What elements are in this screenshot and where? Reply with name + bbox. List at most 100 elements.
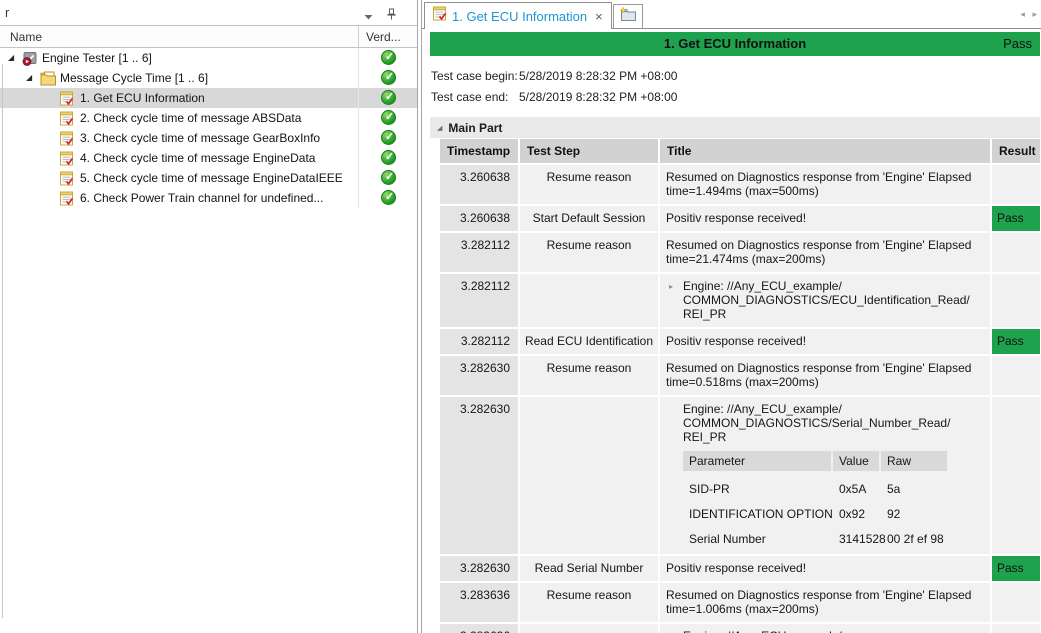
cell-title: Engine: //Any_ECU_example/COMMON_DIAGNOS… <box>660 624 990 633</box>
cell-timestamp: 3.260638 <box>440 165 518 204</box>
cell-timestamp: 3.282630 <box>440 397 518 554</box>
test-step-row-4: 3.282112 ▸ Engine: //Any_ECU_example/COMMO… <box>440 274 1040 327</box>
verdict-pass-icon <box>381 150 396 165</box>
parameter-row: IDENTIFICATION OPTION 0x92 92 <box>689 507 901 521</box>
cell-title: Resumed on Diagnostics response from 'En… <box>660 165 990 204</box>
tree-item-4[interactable]: 2. Check cycle time of message ABSData <box>0 108 417 128</box>
test-tree: ◢Engine Tester [1 .. 6]◢Message Cycle Ti… <box>0 48 417 208</box>
header-result: Result <box>992 139 1040 163</box>
test-step-row-9: 3.283636 Resume reason Resumed on Diagnost… <box>440 583 1040 622</box>
cell-test-step: Start Default Session <box>520 206 658 231</box>
tree-item-label: Engine Tester [1 .. 6] <box>42 51 152 65</box>
cell-title: Resumed on Diagnostics response from 'En… <box>660 233 990 272</box>
tree-item-8[interactable]: 6. Check Power Train channel for undefin… <box>0 188 417 208</box>
tab-bar: 1. Get ECU Information × ◂ ▸ <box>422 0 1041 29</box>
cell-timestamp: 3.282112 <box>440 274 518 327</box>
column-header-verdict[interactable]: Verd... <box>366 30 401 44</box>
tree-expand-icon[interactable]: ◢ <box>26 68 40 88</box>
diag-path: ▸ Engine: //Any_ECU_example/COMMON_DIAGNO… <box>669 279 970 321</box>
end-label: Test case end: <box>431 90 509 104</box>
cell-timestamp: 3.282112 <box>440 233 518 272</box>
test-report: 1. Get ECU Information Pass Test case be… <box>422 32 1041 633</box>
cell-timestamp: 3.260638 <box>440 206 518 231</box>
test-step-row-3: 3.282112 Resume reason Resumed on Diagnost… <box>440 233 1040 272</box>
tree-item-label: 1. Get ECU Information <box>80 91 205 105</box>
test-steps-table: Timestamp Test Step Title Result 3.26063… <box>440 139 1040 633</box>
tab-scroll-right-icon[interactable]: ▸ <box>1032 9 1037 19</box>
cell-test-step: Resume reason <box>520 583 658 622</box>
tree-item-1[interactable]: ◢ Engine Tester [1 .. 6] <box>0 48 417 68</box>
report-title: 1. Get ECU Information <box>663 36 807 51</box>
testcase-icon <box>60 191 79 206</box>
cell-test-step: Read Serial Number <box>520 556 658 581</box>
parameter-row: Serial Number 3141528 00 2f ef 98 <box>689 532 944 546</box>
verdict-pass-icon <box>381 190 396 205</box>
test-step-row-2: 3.260638 Start Default Session Positiv res… <box>440 206 1040 231</box>
tree-item-5[interactable]: 3. Check cycle time of message GearBoxIn… <box>0 128 417 148</box>
cell-result <box>992 165 1040 204</box>
tree-item-label: 4. Check cycle time of message EngineDat… <box>80 151 316 165</box>
verdict-pass-icon <box>381 130 396 145</box>
testcase-icon <box>60 151 79 166</box>
testcase-icon <box>60 171 79 186</box>
tree-item-3[interactable]: 1. Get ECU Information <box>0 88 417 108</box>
cell-title: Positiv response received! <box>660 329 990 354</box>
test-tree-panel: r Name Verd... ◢Engine Tester [1 .. 6]◢M… <box>0 0 418 633</box>
tree-item-label: 3. Check cycle time of message GearBoxIn… <box>80 131 321 145</box>
report-panel: 1. Get ECU Information × ◂ ▸ 1. Get ECU … <box>421 0 1041 633</box>
tree-item-6[interactable]: 4. Check cycle time of message EngineDat… <box>0 148 417 168</box>
verdict-pass-icon <box>381 170 396 185</box>
new-folder-icon <box>619 6 637 27</box>
expand-row-icon[interactable]: ▸ <box>669 280 673 294</box>
report-verdict: Pass <box>1003 36 1032 51</box>
collapse-triangle-icon: ◢ <box>437 124 443 132</box>
cell-timestamp: 3.282630 <box>440 356 518 395</box>
tab-close-icon[interactable]: × <box>595 9 603 24</box>
tree-item-label: 5. Check cycle time of message EngineDat… <box>80 171 343 185</box>
panel-titlebar: r <box>0 0 417 26</box>
end-value: 5/28/2019 8:28:32 PM +08:00 <box>519 90 678 104</box>
testcase-icon <box>60 111 79 126</box>
testcase-icon <box>60 91 79 106</box>
cell-test-step <box>520 274 658 327</box>
parameter-row: SID-PR 0x5A 5a <box>689 482 901 496</box>
pass-badge: Pass <box>992 556 1040 581</box>
tree-expand-icon[interactable]: ◢ <box>8 48 22 68</box>
cell-test-step: Resume reason <box>520 165 658 204</box>
cell-timestamp: 3.282630 <box>440 556 518 581</box>
cell-test-step: Resume reason <box>520 356 658 395</box>
test-step-row-1: 3.260638 Resume reason Resumed on Diagnost… <box>440 165 1040 204</box>
test-step-row-5: 3.282112 Read ECU Identification Positiv r… <box>440 329 1040 354</box>
main-part-section-header[interactable]: ◢ Main Part <box>430 117 1040 138</box>
tree-item-label: 6. Check Power Train channel for undefin… <box>80 191 324 205</box>
cell-result <box>992 233 1040 272</box>
tree-item-7[interactable]: 5. Check cycle time of message EngineDat… <box>0 168 417 188</box>
pin-icon[interactable] <box>386 7 397 25</box>
column-header-name[interactable]: Name <box>10 30 42 44</box>
begin-label: Test case begin: <box>431 69 518 83</box>
parameter-table: Parameter Value Raw SID-PR 0x5A 5a IDENTIFICAT… <box>683 451 984 546</box>
test-step-row-10: 3.283636 Engine: //Any_ECU_example/COMMON… <box>440 624 1040 633</box>
cell-timestamp: 3.283636 <box>440 583 518 622</box>
panel-dropdown-icon[interactable] <box>364 7 373 25</box>
cell-result <box>992 624 1040 633</box>
cell-test-step <box>520 624 658 633</box>
cell-result <box>992 356 1040 395</box>
begin-value: 5/28/2019 8:28:32 PM +08:00 <box>519 69 678 83</box>
tab-new-report[interactable] <box>612 4 643 28</box>
diag-path: Engine: //Any_ECU_example/COMMON_DIAGNOS… <box>666 629 984 633</box>
tree-item-label: 2. Check cycle time of message ABSData <box>80 111 302 125</box>
tab-scroll-left-icon[interactable]: ◂ <box>1020 9 1025 19</box>
testcase-icon <box>60 131 79 146</box>
tree-column-header: Name Verd... <box>0 26 417 48</box>
cell-test-step <box>520 397 658 554</box>
tab-get-ecu-information[interactable]: 1. Get ECU Information × <box>424 2 612 29</box>
panel-edge-line <box>2 64 3 618</box>
test-step-row-6: 3.282630 Resume reason Resumed on Diagnost… <box>440 356 1040 395</box>
cell-test-step: Resume reason <box>520 233 658 272</box>
tree-item-2[interactable]: ◢ Message Cycle Time [1 .. 6] <box>0 68 417 88</box>
verdict-pass-icon <box>381 70 396 85</box>
cell-test-step: Read ECU Identification <box>520 329 658 354</box>
panel-title: r <box>5 5 10 20</box>
parameter-header-row: Parameter Value Raw <box>683 451 984 471</box>
